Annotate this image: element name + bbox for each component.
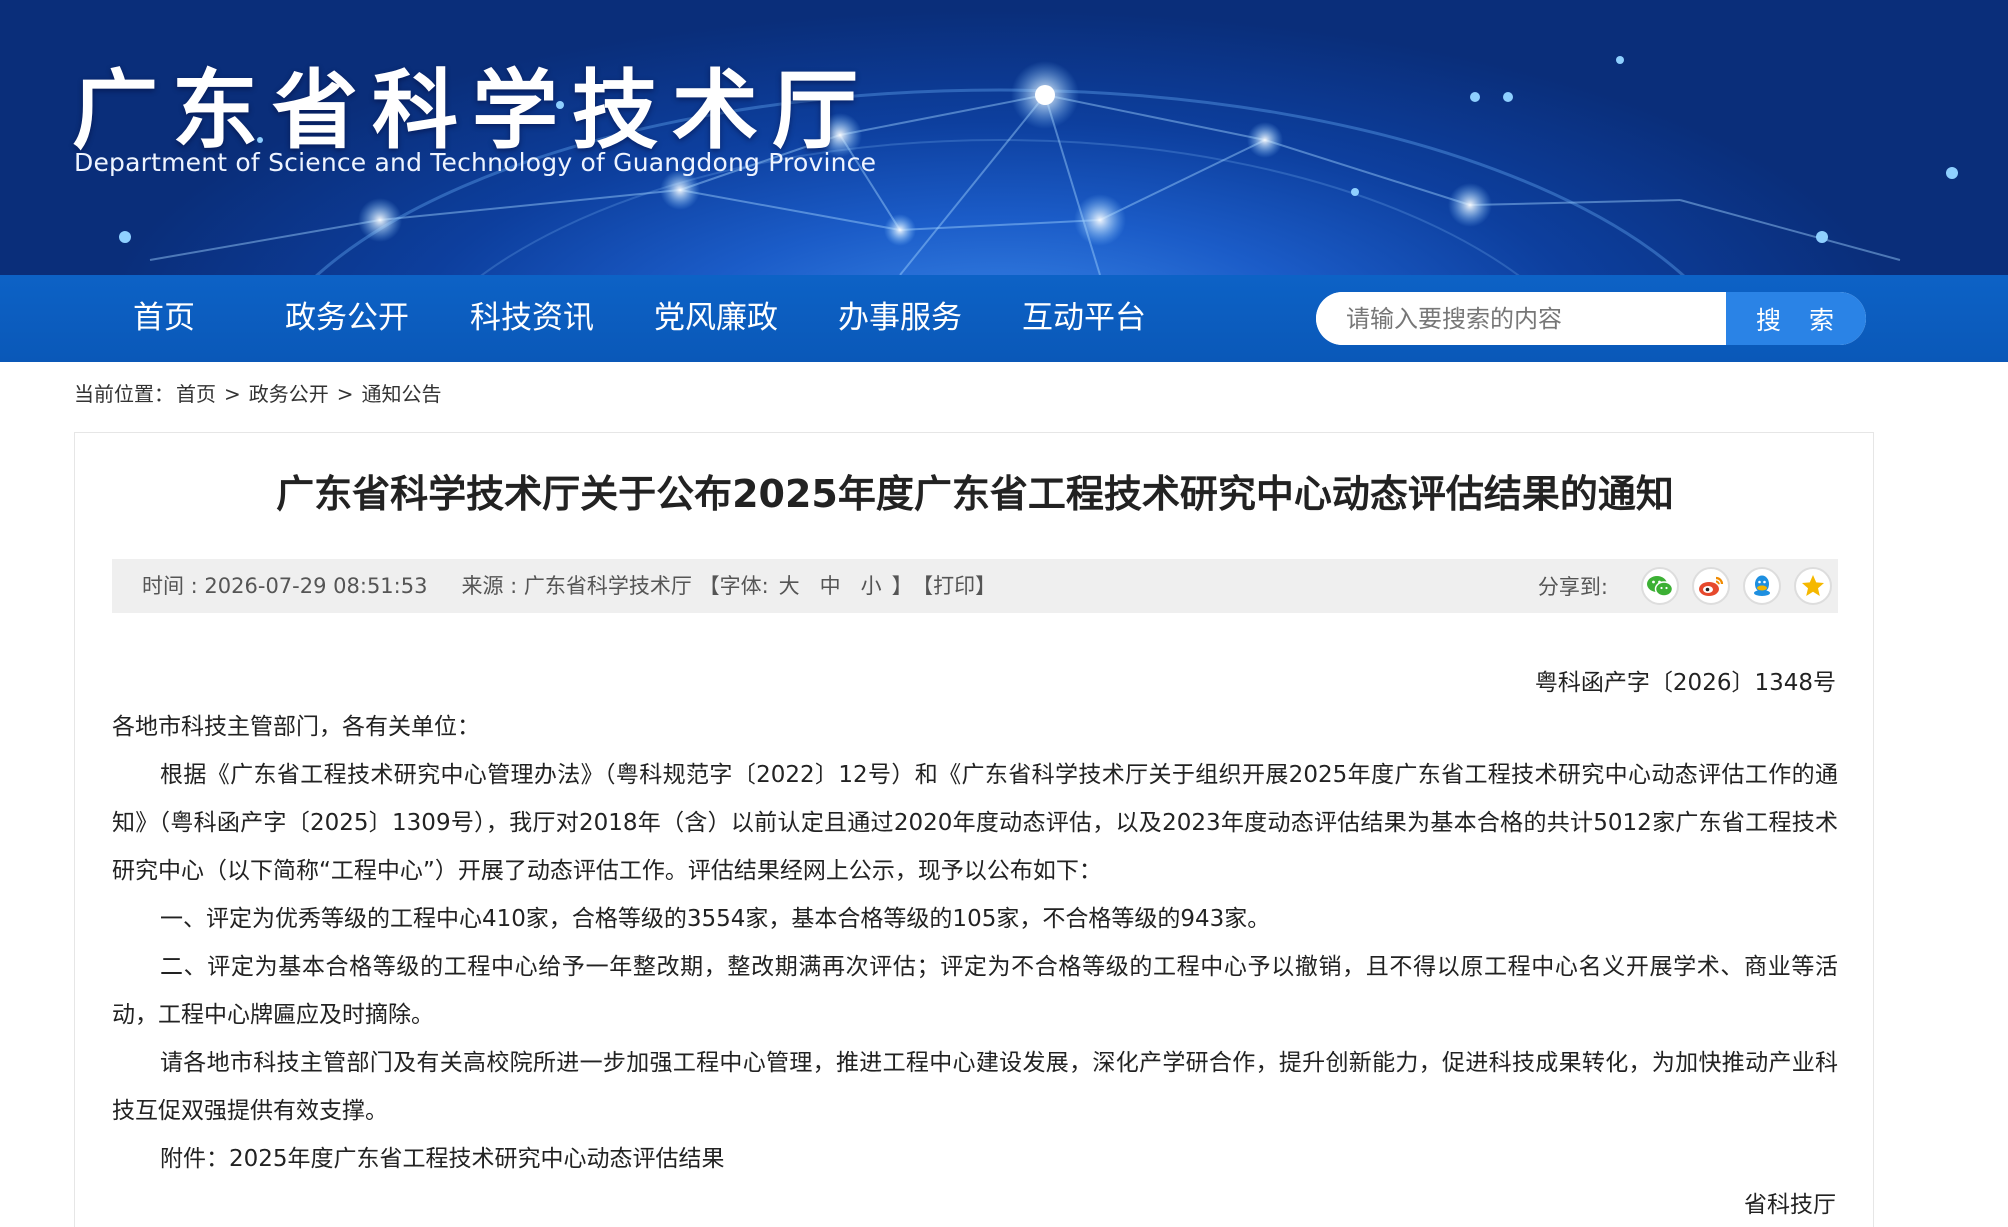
article-title: 广东省科学技术厅关于公布2025年度广东省工程技术研究中心动态评估结果的通知 bbox=[276, 472, 1674, 516]
breadcrumb-home[interactable]: 首页 bbox=[176, 382, 216, 406]
font-size-small-button[interactable]: 小 bbox=[861, 574, 882, 598]
document-number: 粤科函产字〔2026〕1348号 bbox=[1534, 670, 1836, 696]
breadcrumb-prefix: 当前位置： bbox=[74, 382, 174, 406]
print-button[interactable]: 【打印】 bbox=[923, 574, 997, 598]
breadcrumb: 当前位置： 首页 > 政务公开 > 通知公告 bbox=[74, 378, 442, 407]
search-box: 搜 索 bbox=[1316, 292, 1866, 345]
qq-icon[interactable] bbox=[1743, 567, 1781, 605]
font-size-prefix: 【字体: bbox=[698, 574, 769, 598]
breadcrumb-government-affairs[interactable]: 政务公开 bbox=[249, 382, 329, 406]
article-meta-bar: 时间 : 2026-07-29 08:51:53 来源 : 广东省科学技术厅 【字… bbox=[112, 559, 1838, 613]
search-input[interactable] bbox=[1316, 292, 1726, 345]
nav-item-government-affairs[interactable]: 政务公开 bbox=[285, 275, 409, 362]
breadcrumb-separator: > bbox=[224, 382, 241, 406]
nav-item-interaction[interactable]: 互动平台 bbox=[1022, 275, 1146, 362]
body-paragraph: 二、评定为基本合格等级的工程中心给予一年整改期，整改期满再次评估；评定为不合格等… bbox=[112, 954, 1838, 1028]
publish-time: 时间 : 2026-07-29 08:51:53 bbox=[142, 574, 428, 598]
attachment-link[interactable]: 附件：2025年度广东省工程技术研究中心动态评估结果 bbox=[112, 1135, 1838, 1183]
nav-item-tech-news[interactable]: 科技资讯 bbox=[470, 275, 594, 362]
breadcrumb-notices[interactable]: 通知公告 bbox=[362, 382, 442, 406]
nav-item-party-integrity[interactable]: 党风廉政 bbox=[654, 275, 778, 362]
article-body: 各地市科技主管部门，各有关单位： 根据《广东省工程技术研究中心管理办法》（粤科规… bbox=[112, 703, 1838, 1183]
signature: 省科技厅 bbox=[1744, 1192, 1836, 1218]
font-size-medium-button[interactable]: 中 bbox=[820, 574, 841, 598]
site-title: 广东省科学技术厅 bbox=[72, 61, 872, 161]
body-paragraph: 一、评定为优秀等级的工程中心410家，合格等级的3554家，基本合格等级的105… bbox=[160, 906, 1271, 932]
qzone-icon[interactable] bbox=[1794, 567, 1832, 605]
wechat-icon[interactable] bbox=[1641, 567, 1679, 605]
article-card: 广东省科学技术厅关于公布2025年度广东省工程技术研究中心动态评估结果的通知 时… bbox=[74, 432, 1874, 1227]
share-label: 分享到: bbox=[1537, 575, 1608, 599]
nav-item-home[interactable]: 首页 bbox=[133, 275, 195, 362]
body-paragraph: 根据《广东省工程技术研究中心管理办法》（粤科规范字〔2022〕12号）和《广东省… bbox=[112, 762, 1838, 884]
weibo-icon[interactable] bbox=[1692, 567, 1730, 605]
site-banner: 广东省科学技术厅 Department of Science and Techn… bbox=[0, 0, 2008, 275]
salutation: 各地市科技主管部门，各有关单位： bbox=[112, 714, 480, 740]
body-paragraph: 请各地市科技主管部门及有关高校院所进一步加强工程中心管理，推进工程中心建设发展，… bbox=[112, 1050, 1838, 1124]
search-button[interactable]: 搜 索 bbox=[1726, 292, 1866, 345]
nav-item-services[interactable]: 办事服务 bbox=[838, 275, 962, 362]
font-size-suffix: 】 bbox=[891, 574, 913, 598]
breadcrumb-separator: > bbox=[336, 382, 354, 406]
article-source: 来源 : 广东省科学技术厅 bbox=[461, 574, 692, 598]
share-bar: 分享到: bbox=[1538, 559, 1832, 613]
font-size-large-button[interactable]: 大 bbox=[779, 574, 800, 598]
site-subtitle: Department of Science and Technology of … bbox=[74, 148, 877, 177]
